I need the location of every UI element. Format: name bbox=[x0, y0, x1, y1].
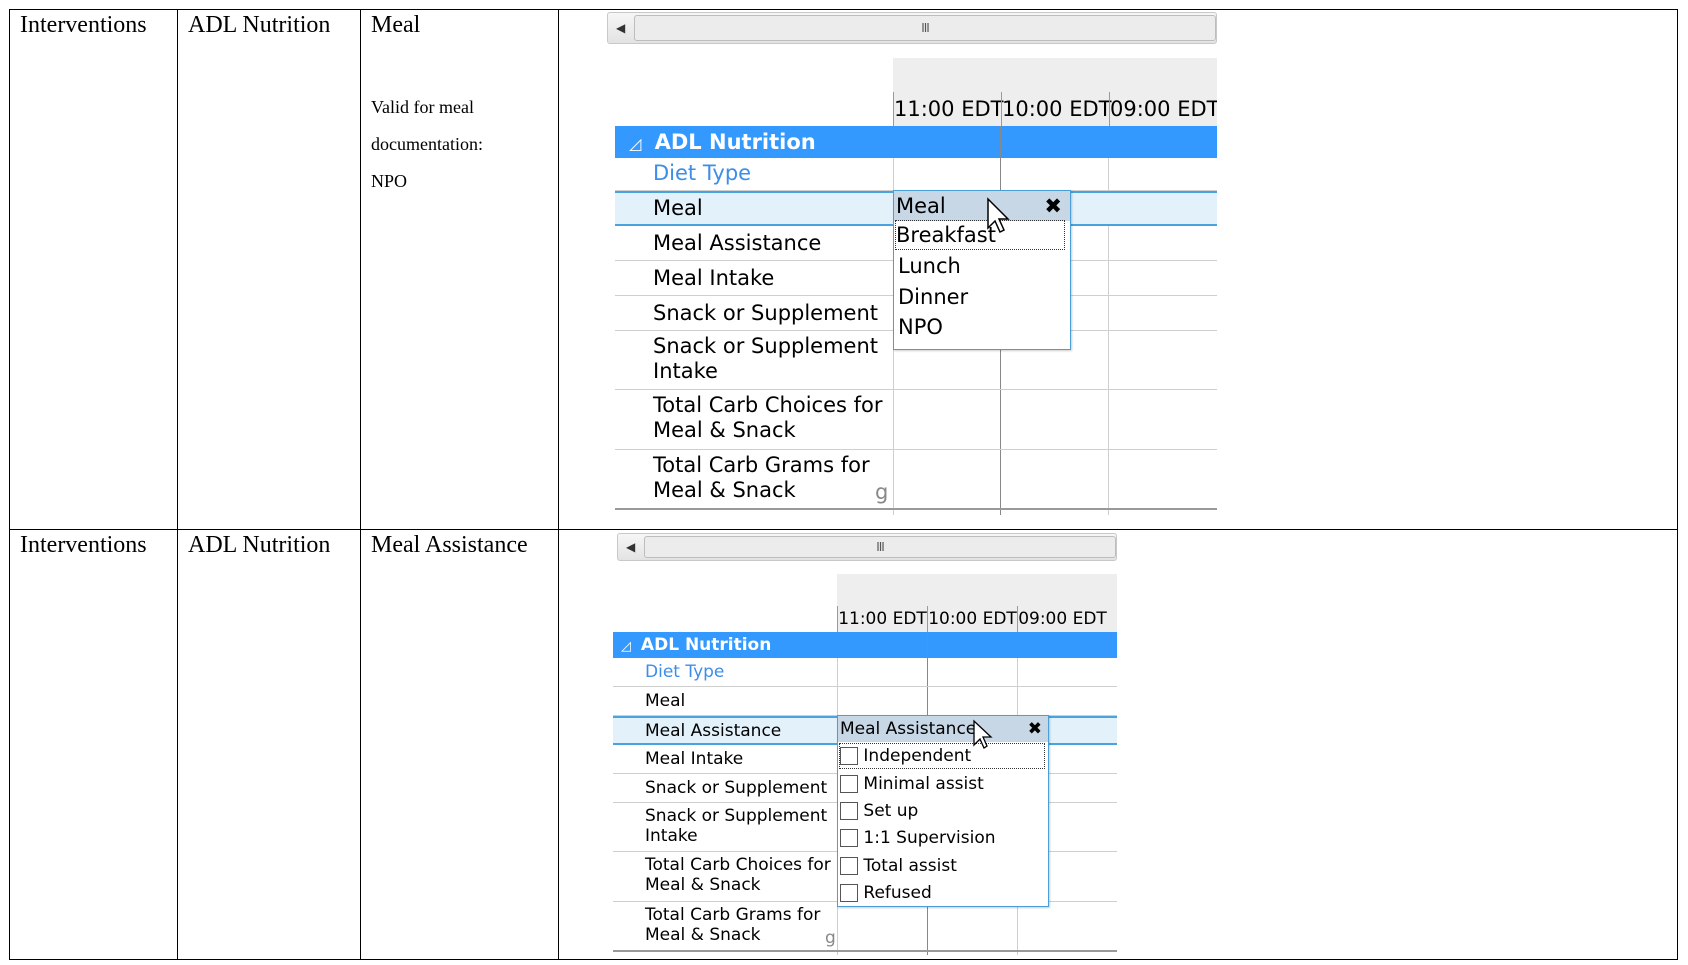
dropdown-option-checkbox[interactable]: Minimal assist bbox=[840, 772, 984, 796]
row-label: Meal bbox=[653, 196, 703, 220]
dropdown-option-checkbox[interactable]: Refused bbox=[840, 881, 932, 905]
row-label: Total Carb Choices for Meal & Snack bbox=[645, 855, 831, 896]
note-line: Valid for meal bbox=[371, 97, 474, 117]
checkbox-icon[interactable] bbox=[840, 884, 858, 902]
checkbox-icon[interactable] bbox=[840, 857, 858, 875]
scroll-grip-icon: III bbox=[876, 540, 885, 554]
scroll-thumb[interactable]: III bbox=[634, 15, 1216, 41]
row-label: Total Carb Grams for Meal & Snack bbox=[645, 905, 821, 946]
time-column-header[interactable]: 09:00 EDT bbox=[1017, 606, 1107, 632]
section-cell: ADL Nutrition bbox=[177, 529, 361, 960]
flowsheet-row-carb-choices[interactable]: Total Carb Choices for Meal & Snack bbox=[615, 390, 1217, 450]
row-label: Total Carb Grams for Meal & Snack bbox=[653, 453, 870, 503]
row-label: Snack or Supplement Intake bbox=[653, 334, 879, 384]
flowsheet-row-meal[interactable]: Meal bbox=[613, 687, 1117, 716]
dropdown-option[interactable]: Breakfast bbox=[895, 220, 1065, 250]
option-label: Total assist bbox=[863, 856, 957, 876]
row-label: Meal Assistance bbox=[645, 721, 782, 741]
meal-assistance-screenshot: ◀ III 11:00 EDT 10:00 EDT 09:00 EDT ◿ AD… bbox=[605, 530, 1117, 955]
time-column-header[interactable]: 09:00 EDT bbox=[1109, 92, 1217, 126]
dropdown-option-checkbox[interactable]: Total assist bbox=[840, 854, 957, 878]
dropdown-title: Meal Assistance bbox=[840, 719, 977, 739]
horizontal-scrollbar[interactable]: ◀ III bbox=[607, 12, 1217, 44]
dropdown-option[interactable]: Dinner bbox=[898, 283, 968, 311]
item-cell: Meal Valid for meal documentation: NPO bbox=[360, 9, 559, 530]
meal-assistance-dropdown[interactable]: Meal Assistance ✖ Independent Minimal as… bbox=[837, 715, 1049, 907]
section-title: ADL Nutrition bbox=[640, 635, 772, 655]
flowsheet-grid: 11:00 EDT 10:00 EDT 09:00 EDT ◿ ADL Nutr… bbox=[615, 58, 1217, 515]
dropdown-title: Meal bbox=[896, 194, 946, 218]
time-column-header[interactable]: 11:00 EDT bbox=[893, 92, 1003, 126]
flowsheet-row-carb-grams[interactable]: Total Carb Grams for Meal & Snack g bbox=[613, 902, 1117, 952]
scroll-thumb[interactable]: III bbox=[644, 536, 1116, 558]
close-icon[interactable]: ✖ bbox=[1044, 191, 1062, 221]
row-label: Diet Type bbox=[645, 662, 725, 682]
meal-dropdown[interactable]: Meal ✖ Breakfast Lunch Dinner NPO bbox=[893, 190, 1071, 350]
flowsheet-row-diet-type[interactable]: Diet Type bbox=[613, 658, 1117, 687]
mouse-cursor-icon bbox=[973, 719, 993, 749]
section-title: ADL Nutrition bbox=[654, 130, 816, 154]
category-cell: Interventions bbox=[9, 529, 178, 960]
dropdown-option[interactable]: Lunch bbox=[898, 252, 961, 280]
dropdown-header: Meal ✖ bbox=[894, 191, 1070, 221]
dropdown-option-checkbox[interactable]: 1:1 Supervision bbox=[840, 826, 996, 850]
scroll-left-icon[interactable]: ◀ bbox=[626, 540, 635, 554]
collapse-triangle-icon[interactable]: ◿ bbox=[621, 634, 631, 660]
dropdown-option-checkbox[interactable]: Set up bbox=[840, 799, 918, 823]
document-page: Interventions ADL Nutrition Meal Valid f… bbox=[0, 0, 1688, 965]
flowsheet-grid: 11:00 EDT 10:00 EDT 09:00 EDT ◿ ADL Nutr… bbox=[613, 574, 1117, 955]
meal-screenshot: ◀ III 11:00 EDT 10:00 EDT 09:00 EDT ◿ AD… bbox=[597, 10, 1217, 515]
row-label: Meal bbox=[645, 691, 686, 711]
close-icon[interactable]: ✖ bbox=[1028, 716, 1042, 742]
time-column-header[interactable]: 10:00 EDT bbox=[1001, 92, 1111, 126]
checkbox-icon[interactable] bbox=[840, 829, 858, 847]
checkbox-icon[interactable] bbox=[840, 802, 858, 820]
dropdown-header: Meal Assistance ✖ bbox=[838, 716, 1048, 742]
unit-label: g bbox=[825, 928, 836, 948]
row-label: Snack or Supplement bbox=[645, 778, 828, 798]
time-header: 11:00 EDT 10:00 EDT 09:00 EDT bbox=[837, 574, 1117, 633]
checkbox-icon[interactable] bbox=[840, 747, 858, 765]
item-cell: Meal Assistance bbox=[360, 529, 559, 960]
checkbox-icon[interactable] bbox=[840, 775, 858, 793]
collapse-triangle-icon[interactable]: ◿ bbox=[629, 128, 641, 160]
time-column-header[interactable]: 11:00 EDT bbox=[837, 606, 927, 632]
row-label: Meal Intake bbox=[653, 266, 775, 290]
note-line: NPO bbox=[371, 171, 408, 191]
section-cell: ADL Nutrition bbox=[177, 9, 361, 530]
dropdown-option-checkbox[interactable]: Independent bbox=[839, 743, 1045, 769]
option-label: 1:1 Supervision bbox=[863, 828, 996, 848]
section-header-adl-nutrition[interactable]: ◿ ADL Nutrition bbox=[613, 632, 1117, 658]
note-line: documentation: bbox=[371, 134, 483, 154]
horizontal-scrollbar[interactable]: ◀ III bbox=[617, 533, 1117, 561]
option-label: Set up bbox=[863, 801, 919, 821]
category-cell: Interventions bbox=[9, 9, 178, 530]
row-label: Meal Assistance bbox=[653, 231, 822, 255]
flowsheet-row-diet-type[interactable]: Diet Type bbox=[615, 158, 1217, 191]
item-note: Valid for meal documentation: NPO bbox=[371, 89, 548, 200]
scroll-left-icon[interactable]: ◀ bbox=[616, 21, 625, 35]
flowsheet-row-carb-grams[interactable]: Total Carb Grams for Meal & Snack g bbox=[615, 450, 1217, 510]
row-label: Total Carb Choices for Meal & Snack bbox=[653, 393, 883, 443]
unit-label: g bbox=[875, 480, 889, 504]
option-label: Refused bbox=[863, 883, 932, 903]
option-label: Independent bbox=[863, 746, 972, 766]
scroll-grip-icon: III bbox=[921, 21, 930, 35]
section-header-adl-nutrition[interactable]: ◿ ADL Nutrition bbox=[615, 126, 1217, 158]
row-label: Meal Intake bbox=[645, 749, 744, 769]
option-label: Minimal assist bbox=[863, 774, 984, 794]
row-label: Snack or Supplement Intake bbox=[645, 806, 828, 847]
row-label: Snack or Supplement bbox=[653, 301, 879, 325]
row-label: Diet Type bbox=[653, 161, 752, 185]
dropdown-option[interactable]: NPO bbox=[898, 313, 943, 341]
item-name: Meal bbox=[371, 12, 421, 38]
time-header: 11:00 EDT 10:00 EDT 09:00 EDT bbox=[893, 58, 1217, 127]
time-column-header[interactable]: 10:00 EDT bbox=[927, 606, 1017, 632]
mouse-cursor-icon bbox=[987, 197, 1010, 234]
